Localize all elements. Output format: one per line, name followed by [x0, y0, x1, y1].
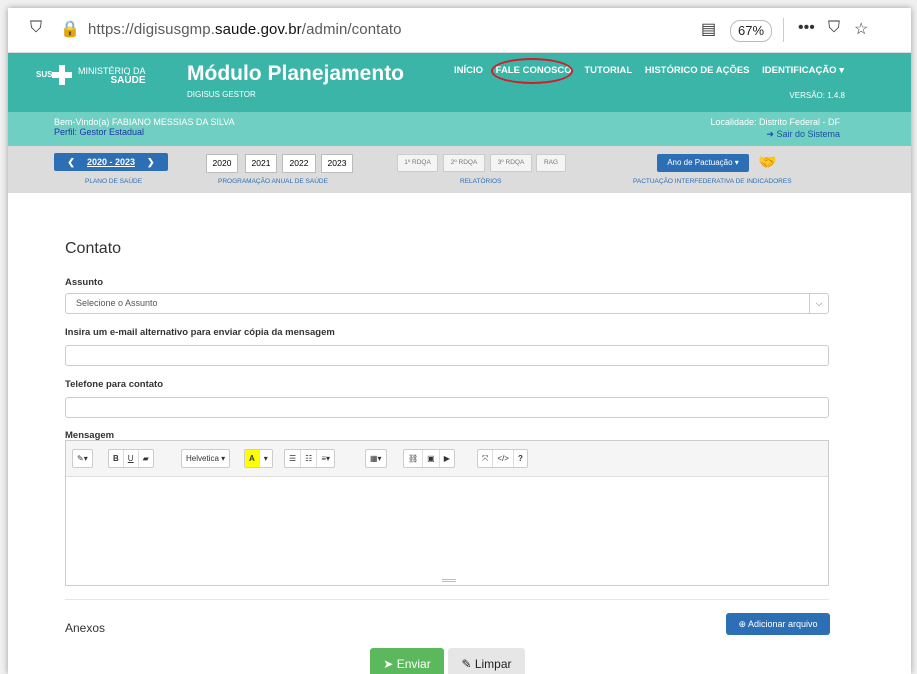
add-file-label: Adicionar arquivo [748, 619, 818, 629]
report-rdqa-3[interactable]: 3º RDQA [490, 154, 532, 172]
underline-icon[interactable]: U [124, 450, 139, 467]
module-subtitle: DIGISUS GESTOR [187, 90, 256, 99]
video-icon[interactable]: ▶ [440, 450, 454, 467]
nav-inicio[interactable]: INÍCIO [454, 65, 483, 76]
fullscreen-icon[interactable]: ⤧ [478, 450, 494, 467]
health-cross-icon [52, 65, 72, 85]
send-button[interactable]: ➤ Enviar [370, 648, 444, 674]
plus-circle-icon: ⊕ [738, 619, 748, 629]
user-location: Localidade: Distrito Federal - DF [710, 117, 840, 127]
help-icon[interactable]: ? [514, 450, 527, 467]
email-label: Insira um e-mail alternativo para enviar… [65, 327, 335, 338]
resize-handle[interactable] [442, 579, 456, 582]
chevron-right-icon[interactable]: ❯ [147, 157, 155, 167]
zoom-level[interactable]: 67% [730, 20, 772, 42]
user-profile: Perfil: Gestor Estadual [54, 127, 145, 137]
browser-toolbar: ⛉ 🔒 https://digisusgmp.saude.gov.br/admi… [8, 8, 911, 53]
bold-icon[interactable]: B [109, 450, 124, 467]
phone-field[interactable] [65, 397, 829, 418]
clear-button[interactable]: ✎ Limpar [448, 648, 525, 674]
logout-link[interactable]: ➜ Sair do Sistema [766, 129, 840, 140]
add-file-button[interactable]: ⊕ Adicionar arquivo [726, 613, 830, 635]
year-button-2021[interactable]: 2021 [245, 154, 277, 173]
font-family-dropdown[interactable]: Helvetica ▾ [182, 450, 229, 467]
plano-label: PLANO DE SAÚDE [85, 178, 143, 185]
nav-tutorial[interactable]: TUTORIAL [584, 65, 632, 76]
report-rdqa-1[interactable]: 1º RDQA [397, 154, 438, 172]
nav-identificacao[interactable]: IDENTIFICAÇÃO ▾ [762, 65, 844, 76]
insert-group: ⛓ ▣ ▶ [403, 449, 455, 468]
ano-pactuacao-dropdown[interactable]: Ano de Pactuação ▾ [657, 154, 749, 172]
eraser-icon[interactable]: ▰ [139, 450, 153, 467]
format-group: B U ▰ [108, 449, 154, 468]
report-rdqa-2[interactable]: 2º RDQA [443, 154, 485, 172]
sus-logo: SUS [36, 70, 53, 79]
divider [783, 18, 784, 42]
plano-saude-selector[interactable]: ❮ 2020 - 2023 ❯ [54, 153, 168, 171]
phone-label: Telefone para contato [65, 379, 164, 390]
magic-style-icon[interactable]: ✎▾ [73, 450, 92, 467]
paragraph-group: ☰ ☷ ≡▾ [284, 449, 336, 468]
planning-toolbar: ❮ 2020 - 2023 ❯ PLANO DE SAÚDE 2020 2021 2… [8, 146, 911, 193]
assunto-select[interactable]: Selecione o Assunto ⌵ [65, 293, 829, 314]
year-button-2022[interactable]: 2022 [282, 154, 316, 173]
picture-icon[interactable]: ▣ [423, 450, 440, 467]
color-dropdown-icon[interactable]: ▾ [260, 450, 272, 467]
font-group: Helvetica ▾ [181, 449, 231, 468]
assunto-label: Assunto [65, 277, 103, 288]
unordered-list-icon[interactable]: ☰ [285, 450, 302, 467]
pactuacao-label: PACTUAÇÃO INTERFEDERATIVA DE INDICADORES [633, 178, 792, 185]
contact-page: Contato Assunto Selecione o Assunto ⌵ Ins… [8, 193, 911, 674]
more-actions-icon[interactable]: ••• [798, 19, 815, 37]
align-icon[interactable]: ≡▾ [317, 450, 334, 467]
pocket-icon[interactable]: ⛉ [828, 19, 840, 37]
email-field[interactable] [65, 345, 829, 366]
shield-icon[interactable]: ⛉ [30, 19, 42, 37]
divider [65, 599, 829, 600]
welcome-bar: Bem-Vindo(a) FABIANO MESSIAS DA SILVA Pe… [8, 112, 911, 146]
clear-label: Limpar [474, 657, 512, 671]
chevron-down-icon: ⌵ [809, 294, 828, 313]
paper-plane-icon: ➤ [383, 657, 397, 671]
color-group: A ▾ [244, 449, 273, 468]
version-label: VERSÃO: 1.4.8 [789, 91, 845, 100]
code-view-icon[interactable]: </> [493, 450, 514, 467]
relatorios-label: RELATÓRIOS [460, 178, 502, 185]
page-title: Contato [65, 240, 122, 257]
module-title: Módulo Planejamento [187, 62, 405, 85]
lock-icon[interactable]: 🔒 [60, 19, 80, 39]
ministry-logo: MINISTÉRIO DA SAÚDE [78, 66, 146, 86]
send-label: Enviar [396, 657, 431, 671]
handshake-icon: 🤝 [758, 154, 777, 171]
address-bar[interactable]: https://digisusgmp.saude.gov.br/admin/co… [88, 21, 402, 38]
reader-view-icon[interactable]: ▤ [701, 19, 716, 39]
ordered-list-icon[interactable]: ☷ [301, 450, 318, 467]
text-color-icon[interactable]: A [245, 450, 260, 467]
plano-period: 2020 - 2023 [86, 157, 136, 167]
chevron-left-icon[interactable]: ❮ [67, 157, 75, 167]
user-greeting: Bem-Vindo(a) FABIANO MESSIAS DA SILVA [54, 117, 235, 127]
view-group: ⤧ </> ? [477, 449, 528, 468]
site-header: SUS MINISTÉRIO DA SAÚDE Módulo Planejamen… [8, 53, 911, 112]
year-button-2020[interactable]: 2020 [206, 154, 238, 173]
highlight-circle [491, 58, 573, 84]
table-icon[interactable]: ▦▾ [366, 450, 386, 467]
link-icon[interactable]: ⛓ [404, 450, 424, 467]
message-editor[interactable]: ✎▾ B U ▰ Helvetica ▾ A ▾ ☰ ☷ ≡▾ ▦▾ ⛓ ▣ ▶… [65, 440, 829, 586]
report-rag[interactable]: RAG [536, 154, 566, 172]
anexos-label: Anexos [65, 621, 106, 635]
table-group: ▦▾ [365, 449, 387, 468]
assunto-value: Selecione o Assunto [76, 298, 158, 308]
eraser-icon: ✎ [461, 657, 475, 671]
year-button-2023[interactable]: 2023 [321, 154, 353, 173]
style-group: ✎▾ [72, 449, 93, 468]
bookmark-star-icon[interactable]: ☆ [854, 19, 868, 39]
editor-toolbar: ✎▾ B U ▰ Helvetica ▾ A ▾ ☰ ☷ ≡▾ ▦▾ ⛓ ▣ ▶… [66, 441, 828, 477]
browser-window: ⛉ 🔒 https://digisusgmp.saude.gov.br/admi… [8, 8, 911, 674]
nav-historico[interactable]: HISTÓRICO DE AÇÕES [645, 65, 750, 76]
pas-label: PROGRAMAÇÃO ANUAL DE SAÚDE [218, 178, 328, 185]
